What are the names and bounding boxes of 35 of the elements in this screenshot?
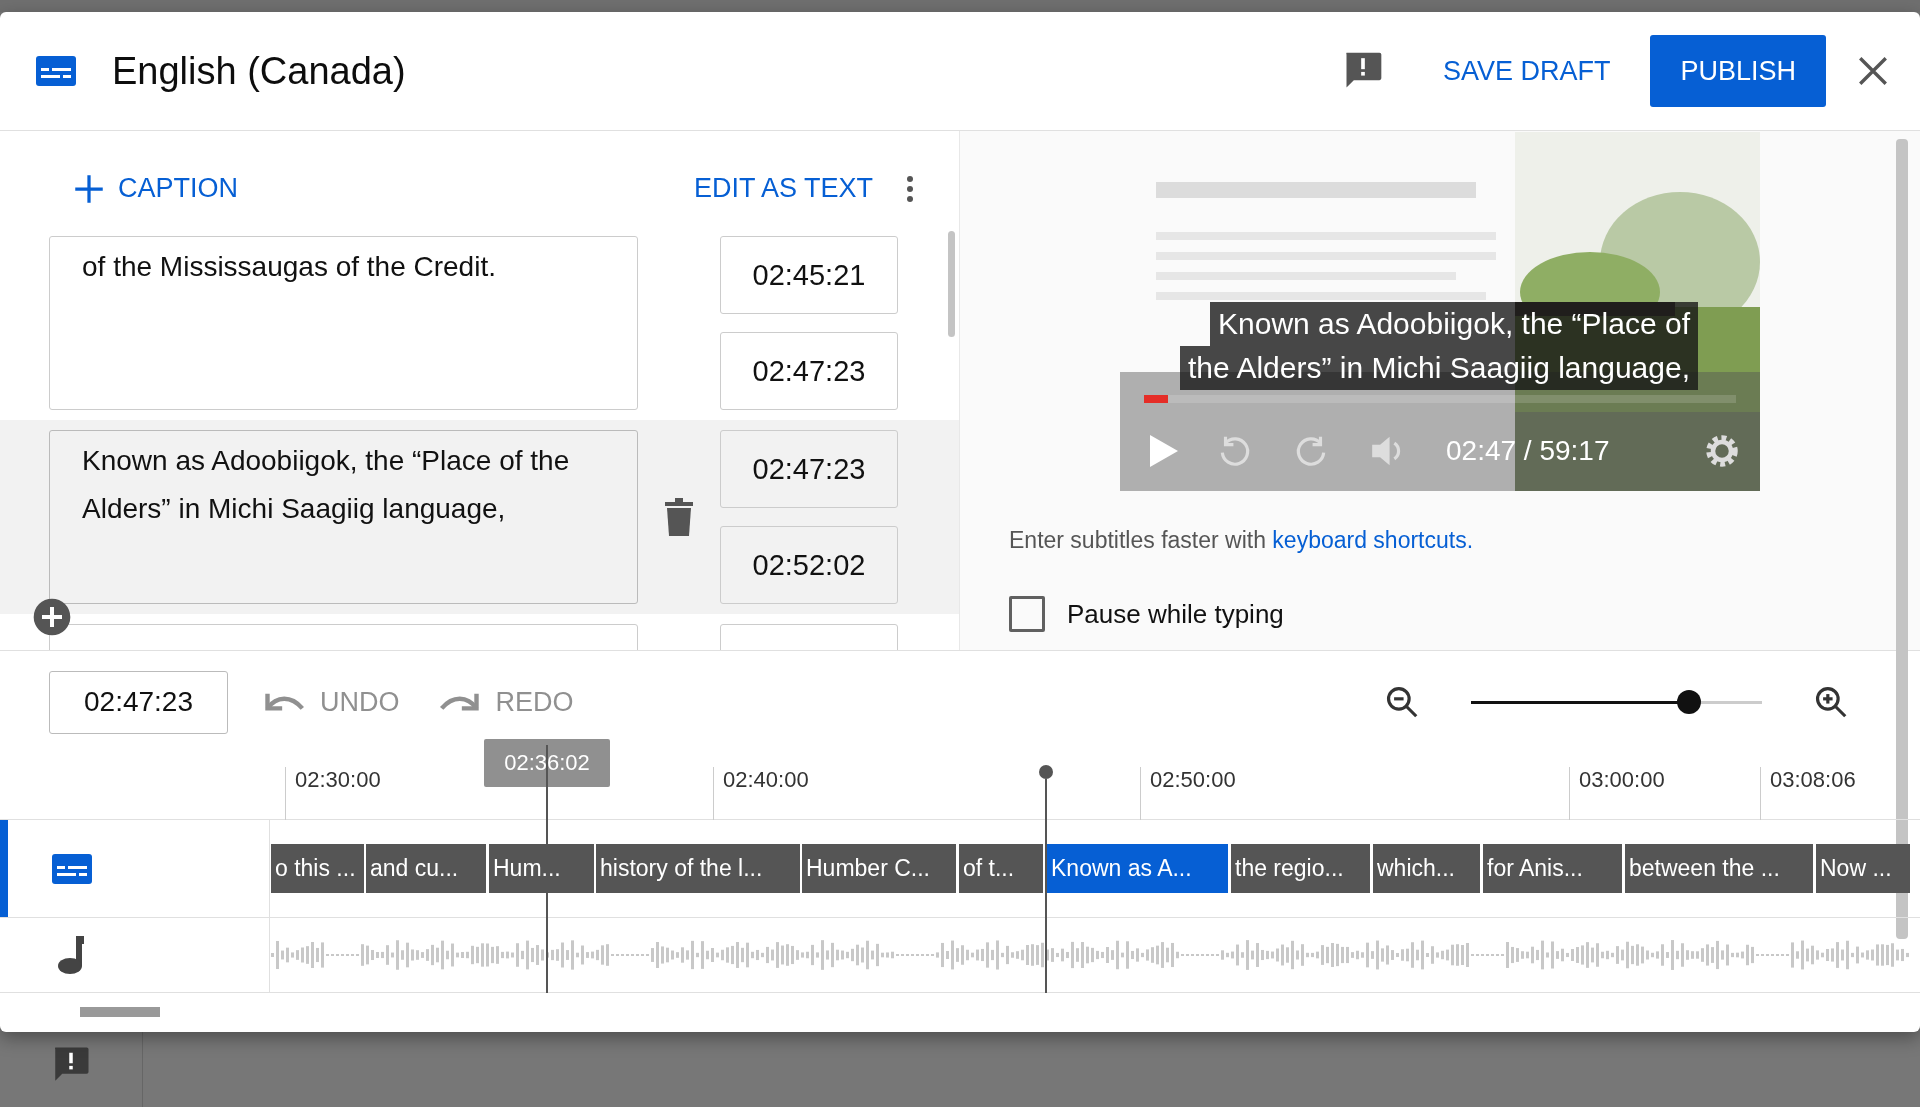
- caption-block[interactable]: o this ...: [271, 844, 364, 893]
- caption-block[interactable]: Humber C...: [802, 844, 956, 893]
- ruler-time-label: 02:50:00: [1140, 767, 1236, 820]
- caption-block[interactable]: for Anis...: [1483, 844, 1622, 893]
- caption-block[interactable]: Now ...: [1816, 844, 1910, 893]
- caption-block[interactable]: history of the l...: [596, 844, 800, 893]
- start-time-field[interactable]: 02:47:23: [720, 430, 898, 508]
- hover-time-tooltip: 02:36:02: [484, 739, 610, 787]
- start-time-field[interactable]: 02:45:21: [720, 236, 898, 314]
- end-time-field[interactable]: 02:47:23: [720, 332, 898, 410]
- dialog-title: English (Canada): [112, 49, 407, 93]
- publish-button[interactable]: PUBLISH: [1650, 35, 1826, 107]
- checkbox-label: Pause while typing: [1067, 598, 1284, 630]
- caption-block[interactable]: and cu...: [366, 844, 486, 893]
- caption-block[interactable]: the regio...: [1231, 844, 1370, 893]
- caption-block[interactable]: which...: [1373, 844, 1480, 893]
- ruler-time-label: 02:30:00: [285, 767, 381, 820]
- ruler-time-label: 03:00:00: [1569, 767, 1665, 820]
- video-time: 02:47 / 59:17: [1446, 435, 1611, 467]
- ruler-time-label: 03:08:06: [1760, 767, 1856, 820]
- caption-text-field[interactable]: of the Mississaugas of the Credit.: [49, 236, 638, 410]
- end-time-field[interactable]: 02:52:02: [720, 526, 898, 604]
- selected-caption-row[interactable]: Known as Adoobiigok, the “Place of the Alders” in Michi Saagiig language, 02:47:23 02:52:02: [0, 420, 959, 614]
- keyboard-shortcuts-link[interactable]: keyboard shortcuts.: [1272, 527, 1474, 553]
- save-draft-button[interactable]: SAVE DRAFT: [1428, 45, 1625, 97]
- caption-block[interactable]: Hum...: [489, 844, 594, 893]
- ruler-time-label: 02:40:00: [713, 767, 809, 820]
- caption-block[interactable]: Known as A...: [1047, 844, 1228, 893]
- caption-block[interactable]: of t...: [959, 844, 1043, 893]
- shortcuts-hint: Enter subtitles faster with keyboard shortcuts.: [1009, 527, 1474, 554]
- edit-as-text-button[interactable]: EDIT AS TEXT: [679, 163, 887, 214]
- caption-text-field[interactable]: Known as Adoobiigok, the “Place of the Alders” in Michi Saagiig language,: [49, 430, 638, 604]
- add-caption-button[interactable]: CAPTION: [60, 163, 252, 214]
- caption-block[interactable]: between the ...: [1625, 844, 1813, 893]
- current-time-field[interactable]: 02:47:23: [49, 670, 228, 734]
